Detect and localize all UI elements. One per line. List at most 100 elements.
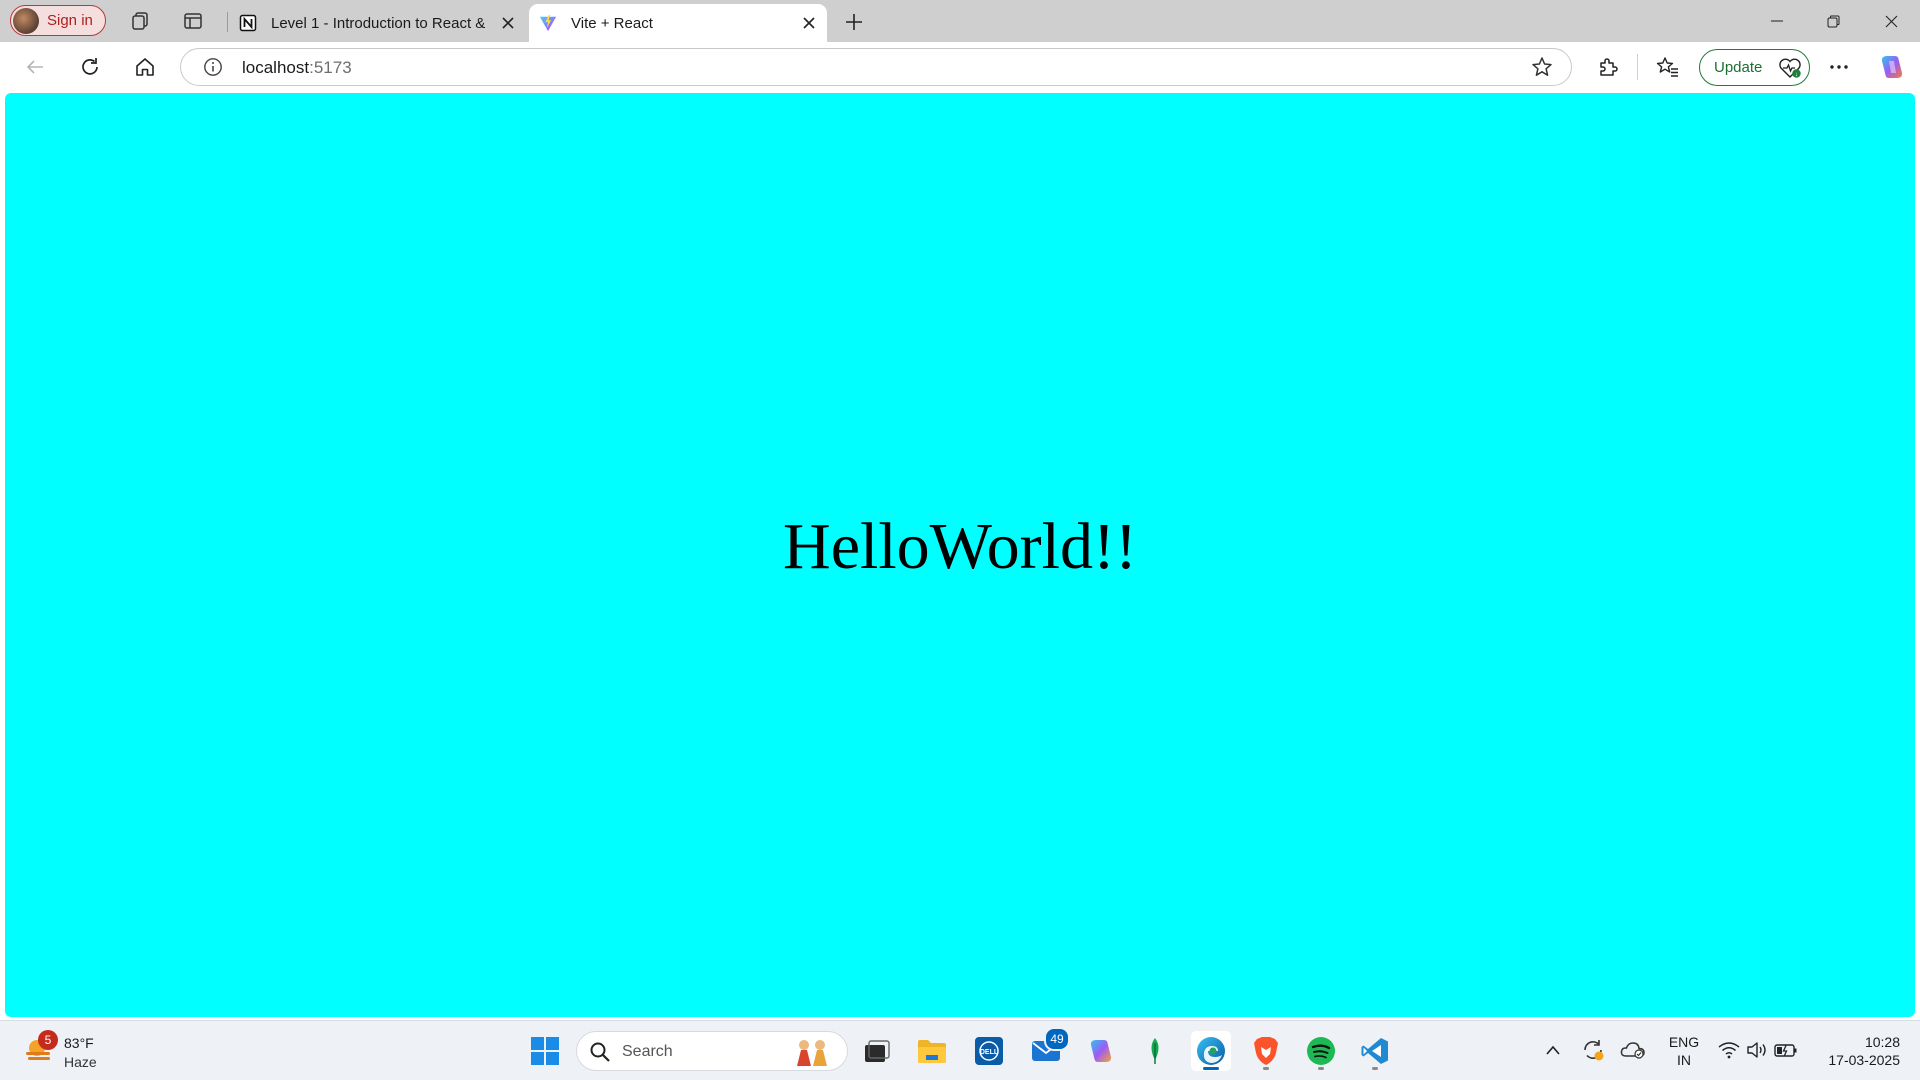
home-button[interactable] <box>131 53 159 81</box>
running-app-indicator <box>1263 1067 1269 1070</box>
search-icon <box>590 1042 610 1062</box>
url-text[interactable]: localhost:5173 <box>242 58 352 78</box>
close-tab-icon[interactable] <box>797 11 821 35</box>
vscode-icon <box>1361 1038 1388 1064</box>
folder-icon <box>918 1040 946 1063</box>
spotify-button[interactable] <box>1301 1031 1341 1071</box>
puzzle-icon <box>1600 58 1618 76</box>
notion-icon <box>239 14 257 32</box>
tab-vite-react[interactable]: Vite + React <box>529 4 827 42</box>
chevron-up-icon <box>1546 1045 1560 1055</box>
running-app-indicator <box>1372 1067 1378 1070</box>
weather-notification-badge: 5 <box>38 1030 58 1050</box>
refresh-button[interactable] <box>76 53 104 81</box>
start-button[interactable] <box>525 1031 565 1071</box>
edge-browser-button[interactable] <box>1191 1031 1231 1071</box>
profile-avatar <box>13 7 39 34</box>
copilot-icon <box>1881 56 1903 78</box>
vscode-button[interactable] <box>1355 1031 1395 1071</box>
weather-widget[interactable]: 5 83°F Haze <box>20 1030 130 1074</box>
profile-signin-button[interactable]: Sign in <box>10 5 106 36</box>
svg-text:↓: ↓ <box>1795 71 1798 78</box>
search-label: Search <box>622 1043 673 1060</box>
file-explorer-button[interactable] <box>912 1031 952 1071</box>
copilot-button[interactable] <box>1878 53 1906 81</box>
speaker-icon <box>1747 1042 1766 1058</box>
tab-title: Vite + React <box>571 14 653 32</box>
more-dots-icon <box>1830 65 1848 69</box>
clock-date: 17-03-2025 <box>1828 1052 1900 1068</box>
favorites-icon <box>1656 57 1678 77</box>
vite-icon <box>539 14 557 32</box>
svg-text:DELL: DELL <box>980 1049 999 1056</box>
clock-time: 10:28 <box>1864 1034 1900 1050</box>
info-icon <box>204 58 222 76</box>
wifi-status-icon[interactable] <box>1714 1035 1744 1065</box>
browser-title-bar: Sign in Level 1 - Introduction to React … <box>0 0 1920 42</box>
address-bar[interactable]: localhost:5173 <box>180 48 1572 86</box>
minimize-button[interactable] <box>1753 6 1801 36</box>
favorite-star-icon[interactable] <box>1531 56 1553 78</box>
restore-icon <box>1827 15 1839 27</box>
restore-button[interactable] <box>1809 6 1857 36</box>
onedrive-tray-button[interactable] <box>1618 1035 1648 1065</box>
browser-toolbar: localhost:5173 Update ↓ <box>0 42 1920 92</box>
cloud-icon <box>1620 1042 1645 1059</box>
system-clock[interactable]: 10:28 17-03-2025 <box>1810 1033 1900 1069</box>
volume-status-icon[interactable] <box>1742 1035 1772 1065</box>
copilot-taskbar-button[interactable] <box>1081 1031 1121 1071</box>
settings-more-button[interactable] <box>1825 53 1853 81</box>
mail-button[interactable]: 49 <box>1026 1027 1070 1071</box>
sync-tray-button[interactable] <box>1578 1035 1608 1065</box>
page-content: HelloWorld!! <box>5 93 1915 1017</box>
edge-icon <box>1197 1037 1225 1065</box>
vertical-tabs-icon[interactable] <box>181 9 205 33</box>
weather-condition: Haze <box>64 1054 97 1070</box>
battery-status-icon[interactable] <box>1771 1035 1801 1065</box>
tab-separator <box>227 12 228 32</box>
update-label: Update <box>1714 59 1763 76</box>
brave-browser-button[interactable] <box>1246 1031 1286 1071</box>
close-window-button[interactable] <box>1867 6 1915 36</box>
hello-world-heading: HelloWorld!! <box>783 510 1137 583</box>
browser-health-icon: ↓ <box>1779 58 1802 78</box>
plus-icon <box>846 14 862 30</box>
update-button[interactable]: Update ↓ <box>1699 49 1810 86</box>
input-language-indicator[interactable]: ENG IN <box>1664 1033 1704 1069</box>
dell-icon: DELL <box>975 1037 1003 1065</box>
signin-label: Sign in <box>47 12 93 29</box>
close-tab-icon[interactable] <box>496 11 520 35</box>
mongodb-leaf-icon <box>1151 1038 1159 1064</box>
running-app-indicator <box>1318 1067 1324 1070</box>
brave-lion-icon <box>1254 1037 1278 1065</box>
task-view-button[interactable] <box>857 1031 897 1071</box>
windows-start-icon <box>531 1037 559 1065</box>
favorites-button[interactable] <box>1654 53 1682 81</box>
weather-temperature: 83°F <box>64 1035 94 1051</box>
extensions-button[interactable] <box>1594 53 1622 81</box>
workspaces-icon[interactable] <box>128 9 152 33</box>
windows-taskbar: 5 83°F Haze Search DELL 49 ENG IN 10:28 … <box>0 1020 1920 1080</box>
refresh-icon <box>82 58 98 75</box>
mongodb-compass-button[interactable] <box>1135 1031 1175 1071</box>
active-app-indicator <box>1203 1067 1219 1070</box>
tab-title: Level 1 - Introduction to React & <box>271 14 486 32</box>
tab-notion[interactable]: Level 1 - Introduction to React & <box>229 4 526 42</box>
wifi-icon <box>1718 1042 1740 1059</box>
minimize-icon <box>1771 20 1783 22</box>
taskbar-search[interactable]: Search <box>576 1031 848 1071</box>
battery-charging-icon <box>1774 1044 1797 1057</box>
search-highlight-icon <box>797 1040 827 1066</box>
dell-app-button[interactable]: DELL <box>969 1031 1009 1071</box>
task-view-icon <box>865 1040 890 1062</box>
new-tab-button[interactable] <box>840 8 868 36</box>
copilot-icon <box>1090 1040 1112 1062</box>
spotify-icon <box>1307 1037 1335 1065</box>
home-icon <box>136 58 154 76</box>
back-button[interactable] <box>21 53 49 81</box>
toolbar-separator <box>1637 54 1638 80</box>
close-icon <box>1885 15 1897 27</box>
show-hidden-icons-button[interactable] <box>1538 1035 1568 1065</box>
sync-icon <box>1584 1040 1604 1061</box>
arrow-left-icon <box>26 60 43 74</box>
